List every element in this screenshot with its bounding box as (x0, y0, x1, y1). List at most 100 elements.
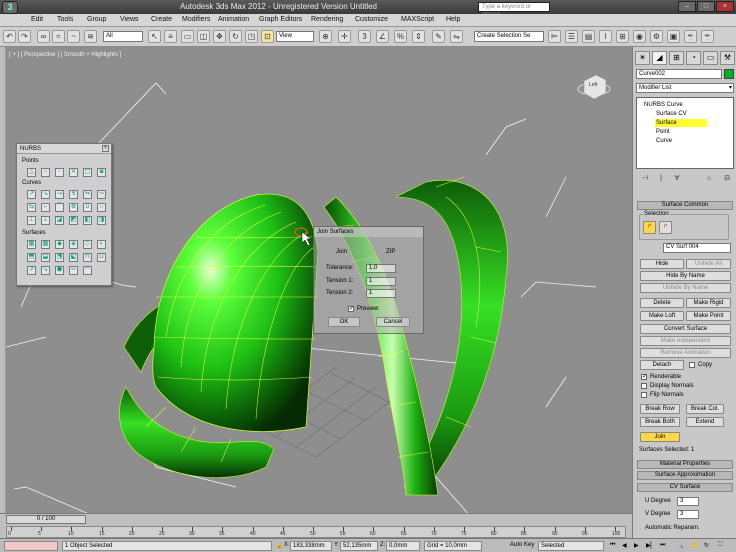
fillet-curve-icon[interactable]: ⌒ (55, 203, 64, 212)
configure-modifier-sets-icon[interactable]: ⊟ (720, 173, 734, 184)
graphite-ribbon-icon[interactable]: ▤ (582, 30, 595, 43)
render-production-icon[interactable]: ☕ (684, 30, 697, 43)
minimize-button[interactable]: – (678, 1, 696, 12)
menu-create[interactable]: Create (151, 16, 172, 23)
hierarchy-tab-icon[interactable]: ⊞ (669, 51, 684, 65)
ok-button[interactable]: OK (328, 317, 360, 327)
select-manipulate-icon[interactable]: ⊡ (261, 30, 274, 43)
surface-surface-intersection-icon[interactable]: ⊗ (69, 203, 78, 212)
goto-end-icon[interactable]: ⏭ (660, 542, 665, 549)
make-independent-button[interactable]: Make Independent (640, 336, 731, 346)
create-tab-icon[interactable]: ☀ (635, 51, 650, 65)
stack-item-surface-cv[interactable]: Surface CV (655, 110, 717, 118)
point-curve-icon[interactable]: ↘ (41, 190, 50, 199)
make-unique-icon[interactable]: ∀ (670, 173, 684, 184)
display-normals-checkbox[interactable] (641, 383, 647, 389)
join-surfaces-dialog[interactable]: Join Surfaces Join ZIP Tolerance: 1,0 Te… (313, 226, 424, 334)
chamfer-curve-icon[interactable]: ⌐ (41, 203, 50, 212)
surface-offset-curve-icon[interactable]: ◧ (83, 216, 92, 225)
break-col-button[interactable]: Break Col. (686, 404, 724, 414)
join-radio[interactable]: Join (336, 249, 347, 255)
unhide-by-name-button[interactable]: Unhide By Name (640, 283, 731, 293)
multi-select-icon[interactable]: ↱ (659, 221, 672, 234)
viewport-label[interactable]: [ + ] [ Perspective ] [ Smooth + Highlig… (9, 52, 121, 58)
create-surf-curve-point-icon[interactable]: ◙ (97, 168, 106, 177)
lock-selection-icon[interactable]: 🔒 (276, 542, 283, 549)
zip-radio[interactable]: ZIP (386, 249, 395, 255)
blend-surface-icon[interactable]: ◈ (69, 240, 78, 249)
join-dialog-title[interactable]: Join Surfaces (314, 227, 423, 237)
fit-curve-icon[interactable]: ↝ (55, 190, 64, 199)
prev-frame-icon[interactable]: ◀ (622, 542, 627, 549)
select-by-name-icon[interactable]: ≡ (164, 30, 177, 43)
rendered-frame-window-icon[interactable]: ▣ (667, 30, 680, 43)
delete-button[interactable]: Delete (640, 298, 684, 308)
rollout-material-properties[interactable]: Material Properties (637, 460, 733, 469)
show-end-result-icon[interactable]: | (654, 173, 668, 184)
preview-checkbox[interactable] (348, 305, 354, 312)
pivot-center-icon[interactable]: ⊕ (319, 30, 332, 43)
menu-help[interactable]: Help (446, 16, 460, 23)
bind-spacewarp-icon[interactable]: ~ (67, 30, 80, 43)
menu-graph-editors[interactable]: Graph Editors (259, 16, 302, 23)
pin-stack-icon[interactable]: ⊣ (638, 173, 652, 184)
surface-name-input[interactable]: CV Surf 004 (663, 243, 731, 253)
select-move-icon[interactable]: ✥ (213, 30, 226, 43)
y-coordinate[interactable]: 52,135mm (340, 541, 378, 551)
render-iterative-icon[interactable]: ☕ (701, 30, 714, 43)
hide-by-name-button[interactable]: Hide By Name (640, 271, 731, 281)
transform-surface-icon[interactable]: ◆ (55, 240, 64, 249)
play-icon[interactable]: ▶ (634, 542, 639, 549)
material-editor-icon[interactable]: ◉ (633, 30, 646, 43)
multicurve-trim-icon[interactable]: ✂ (69, 266, 78, 275)
vector-projected-curve-icon[interactable]: ⇣ (41, 216, 50, 225)
extrude-surface-icon[interactable]: ⬒ (27, 253, 36, 262)
normal-projected-curve-icon[interactable]: ⊥ (27, 216, 36, 225)
auto-key-label[interactable]: Auto Key (510, 542, 534, 548)
uv-loft-surface-icon[interactable]: ⊔ (97, 253, 106, 262)
hide-button[interactable]: Hide (640, 259, 684, 269)
curve-editor-icon[interactable]: ⌇ (599, 30, 612, 43)
create-offset-point-icon[interactable]: ○ (41, 168, 50, 177)
extend-button[interactable]: Extend (686, 417, 724, 427)
nurbs-toolbox[interactable]: NURBS × Points △ ○ ◦ ✕ ▢ ◙ Curves ↗ ↘ ↝ … (16, 143, 112, 286)
make-point-button[interactable]: Make Point (686, 311, 731, 321)
multisided-blend-icon[interactable]: ⬟ (55, 266, 64, 275)
rollout-cv-surface[interactable]: CV Surface (637, 483, 733, 492)
snap-toggle-icon[interactable]: 3 (358, 30, 371, 43)
maximize-viewport-icon[interactable]: ⛶ (718, 542, 722, 549)
menu-edit[interactable]: Edit (31, 16, 43, 23)
stack-item-surface[interactable]: Surface (655, 119, 707, 127)
percent-snap-icon[interactable]: % (394, 30, 407, 43)
u-degree-input[interactable]: 3 (677, 497, 699, 506)
cv-curve-on-surface-icon[interactable]: ◪ (55, 216, 64, 225)
angle-snap-icon[interactable]: ∠ (376, 30, 389, 43)
point-curve-on-surface-icon[interactable]: ◩ (69, 216, 78, 225)
undo-icon[interactable]: ↶ (3, 30, 16, 43)
selection-filter-dropdown[interactable]: All (103, 31, 143, 42)
make-rigid-button[interactable]: Make Rigid (686, 298, 731, 308)
curve-tool-icon[interactable]: ≋ (84, 30, 97, 43)
nurbs-toolbox-title[interactable]: NURBS (17, 144, 111, 154)
unhide-all-button[interactable]: Unhide All (686, 259, 731, 269)
menu-tools[interactable]: Tools (57, 16, 73, 23)
orbit-icon[interactable]: ↻ (704, 542, 709, 549)
select-rotate-icon[interactable]: ↻ (229, 30, 242, 43)
key-filter-dropdown[interactable]: Selected (538, 541, 604, 551)
cancel-button[interactable]: Cancel (376, 317, 410, 327)
make-loft-button[interactable]: Make Loft (640, 311, 684, 321)
menu-maxscript[interactable]: MAXScript (401, 16, 434, 23)
blend-curve-icon[interactable]: ↬ (83, 190, 92, 199)
tension2-input[interactable]: 1 (366, 289, 396, 298)
object-name-input[interactable]: Curve002 (636, 69, 722, 79)
point-surface-icon[interactable]: ▩ (41, 240, 50, 249)
menu-rendering[interactable]: Rendering (311, 16, 343, 23)
v-degree-input[interactable]: 3 (677, 510, 699, 519)
select-scale-icon[interactable]: ◳ (245, 30, 258, 43)
window-crossing-icon[interactable]: ◫ (197, 30, 210, 43)
x-coordinate[interactable]: 183,338mm (290, 541, 332, 551)
mirror-curve-icon[interactable]: ⇆ (27, 203, 36, 212)
one-rail-sweep-icon[interactable]: ⇗ (27, 266, 36, 275)
utilities-tab-icon[interactable]: ⚒ (720, 51, 735, 65)
schematic-view-icon[interactable]: ⊞ (616, 30, 629, 43)
